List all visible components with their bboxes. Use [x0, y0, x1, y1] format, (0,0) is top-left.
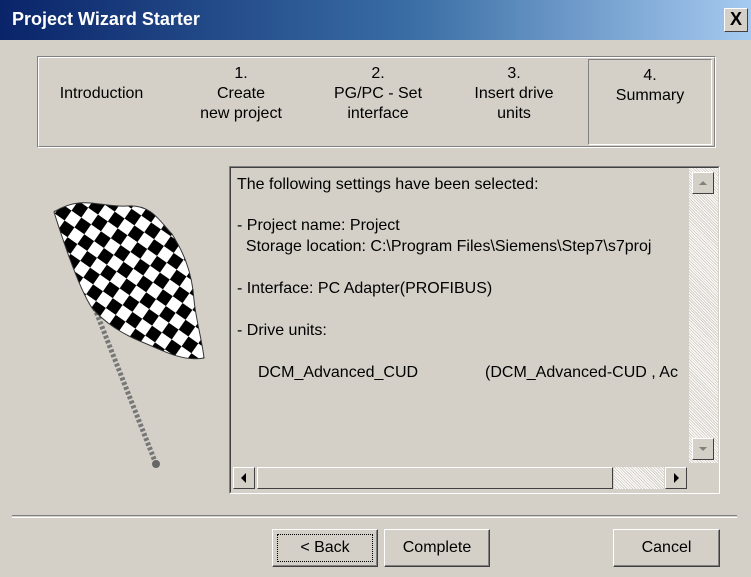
step-number: 2.	[371, 65, 385, 82]
scroll-track[interactable]	[614, 467, 664, 489]
cancel-button-label: Cancel	[641, 539, 692, 556]
close-button[interactable]: X	[724, 8, 748, 32]
scroll-right-button[interactable]	[665, 467, 687, 489]
step-label: Summary	[615, 87, 685, 104]
back-button[interactable]: < Back	[272, 529, 378, 567]
scroll-up-button[interactable]	[692, 172, 714, 194]
arrow-right-icon	[674, 473, 679, 483]
step-summary-active: 4. Summary	[588, 59, 712, 145]
step-label: Introduction	[59, 85, 144, 102]
separator	[12, 515, 737, 518]
window-title: Project Wizard Starter	[12, 9, 200, 29]
close-icon: X	[729, 9, 742, 29]
arrow-left-icon	[241, 473, 246, 483]
step-insert-drive-units: 3. Insert drive units	[449, 58, 579, 146]
arrow-up-icon	[699, 181, 707, 185]
arrow-down-icon	[699, 447, 707, 451]
scroll-corner	[689, 463, 718, 492]
step-label: Insert drive units	[474, 85, 554, 122]
cancel-button[interactable]: Cancel	[613, 529, 720, 567]
step-number: 4.	[643, 67, 657, 84]
step-label: PG/PC - Set interface	[333, 85, 423, 122]
wizard-steps: Introduction 1. Create new project 2. PG…	[37, 56, 716, 148]
summary-line: - Interface: PC Adapter(PROFIBUS)	[237, 280, 493, 297]
step-create-project: 1. Create new project	[176, 58, 306, 146]
scroll-left-button[interactable]	[233, 467, 255, 489]
summary-line: - Drive units:	[237, 322, 327, 339]
summary-line: - Project name: Project	[237, 217, 400, 234]
summary-textbox[interactable]: The following settings have been selecte…	[229, 166, 720, 494]
wizard-window: Project Wizard Starter X Introduction 1.…	[0, 0, 751, 577]
summary-line: The following settings have been selecte…	[237, 176, 539, 193]
title-bar: Project Wizard Starter X	[0, 0, 751, 40]
step-number: 1.	[234, 65, 248, 82]
checkered-flag-icon	[53, 202, 205, 468]
drive-unit-name: DCM_Advanced_CUD	[258, 364, 419, 381]
scroll-thumb[interactable]	[257, 467, 613, 489]
scroll-down-button[interactable]	[692, 438, 714, 460]
step-label: Create new project	[200, 85, 282, 122]
summary-line: Storage location: C:\Program Files\Sieme…	[237, 238, 652, 255]
step-introduction: Introduction	[39, 58, 164, 146]
drive-unit-type: (DCM_Advanced-CUD , Ac	[485, 364, 678, 381]
horizontal-scrollbar[interactable]	[231, 463, 689, 492]
step-number: 3.	[507, 65, 521, 82]
complete-button-label: Complete	[402, 539, 472, 556]
focus-rect	[277, 534, 373, 562]
vertical-scrollbar[interactable]	[689, 168, 718, 463]
complete-button[interactable]: Complete	[384, 529, 490, 567]
summary-content: The following settings have been selecte…	[231, 168, 689, 463]
step-set-interface: 2. PG/PC - Set interface	[313, 58, 443, 146]
